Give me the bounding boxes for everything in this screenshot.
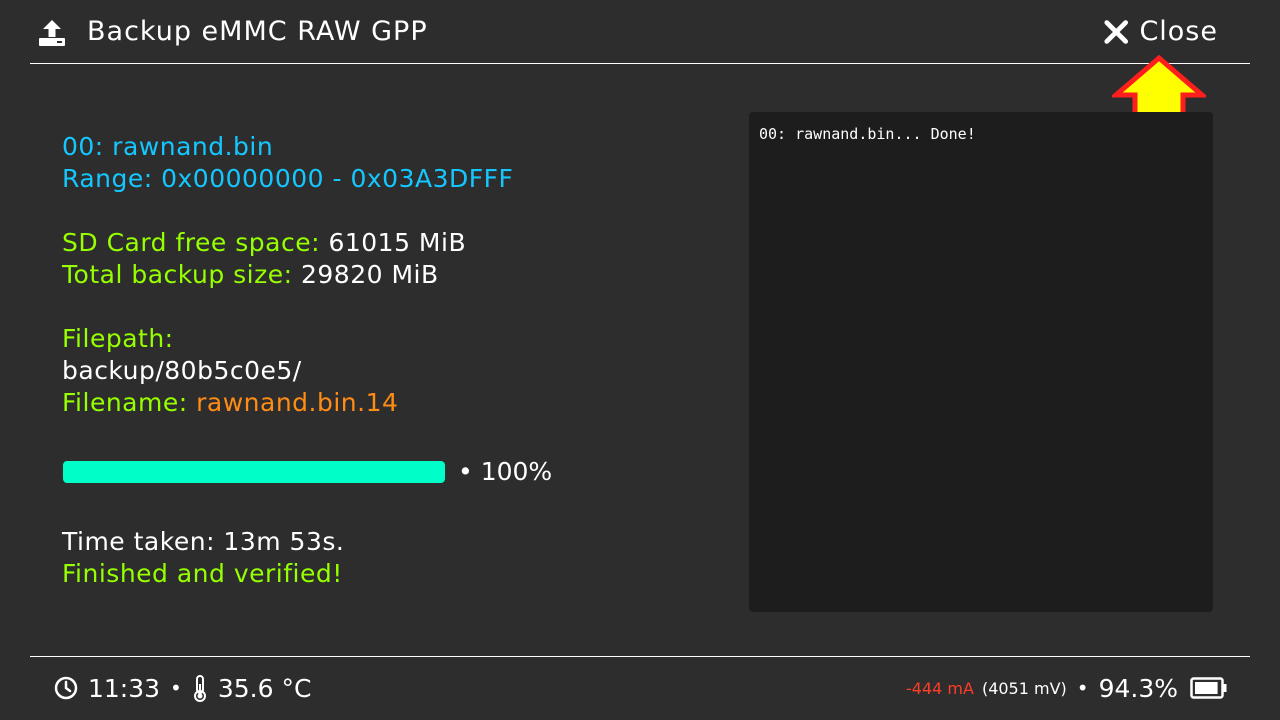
battery-percent: 94.3% xyxy=(1098,673,1178,703)
free-space-label: SD Card free space: xyxy=(62,228,329,257)
footer-status-right: -444 mA (4051 mV) • 94.3% xyxy=(906,671,1228,705)
backup-size-label: Total backup size: xyxy=(62,260,301,289)
backup-size-line: Total backup size: 29820 MiB xyxy=(62,259,439,291)
backup-size-value: 29820 MiB xyxy=(300,260,439,289)
temperature: 35.6 °C xyxy=(217,673,312,703)
footer-status-left: 11:33 • 35.6 °C xyxy=(54,671,311,705)
backup-screen: Backup eMMC RAW GPP Close 00: rawnand.bi… xyxy=(0,0,1280,720)
thermometer-icon xyxy=(193,675,206,702)
status-message: Finished and verified! xyxy=(62,559,343,588)
range-value: 0x00000000 - 0x03A3DFFF xyxy=(161,164,514,193)
free-space-line: SD Card free space: 61015 MiB xyxy=(62,227,466,259)
close-icon xyxy=(1104,20,1129,44)
time-taken: Time taken: 13m 53s. xyxy=(62,527,345,556)
partition-line: 00: rawnand.bin xyxy=(62,132,274,161)
close-label: Close xyxy=(1139,16,1218,47)
progress-percent: • 100% xyxy=(458,457,553,486)
battery-current: -444 mA xyxy=(906,678,974,698)
separator: • xyxy=(170,676,182,700)
filepath-value: backup/80b5c0e5/ xyxy=(62,356,302,385)
header-divider xyxy=(30,63,1250,64)
filename-line: Filename: rawnand.bin.14 xyxy=(62,387,398,419)
filepath-label: Filepath: xyxy=(62,324,174,353)
progress-bar xyxy=(63,461,445,483)
range-label: Range: xyxy=(62,164,162,193)
separator: • xyxy=(1076,676,1089,700)
filename-label: Filename: xyxy=(62,388,197,417)
log-panel[interactable]: 00: rawnand.bin... Done! xyxy=(749,112,1213,612)
progress-fill xyxy=(63,461,445,483)
filename-value: rawnand.bin.14 xyxy=(196,388,399,417)
log-line: 00: rawnand.bin... Done! xyxy=(759,125,976,143)
clock-icon xyxy=(54,676,78,700)
range-line: Range: 0x00000000 - 0x03A3DFFF xyxy=(62,163,513,195)
free-space-value: 61015 MiB xyxy=(328,228,467,257)
close-button[interactable]: Close xyxy=(1100,12,1218,52)
page-title: Backup eMMC RAW GPP xyxy=(87,16,428,47)
upload-icon xyxy=(39,20,65,46)
battery-icon xyxy=(1190,677,1227,699)
battery-voltage: (4051 mV) xyxy=(981,678,1067,698)
clock-time: 11:33 xyxy=(88,673,161,703)
footer-divider xyxy=(30,656,1250,657)
